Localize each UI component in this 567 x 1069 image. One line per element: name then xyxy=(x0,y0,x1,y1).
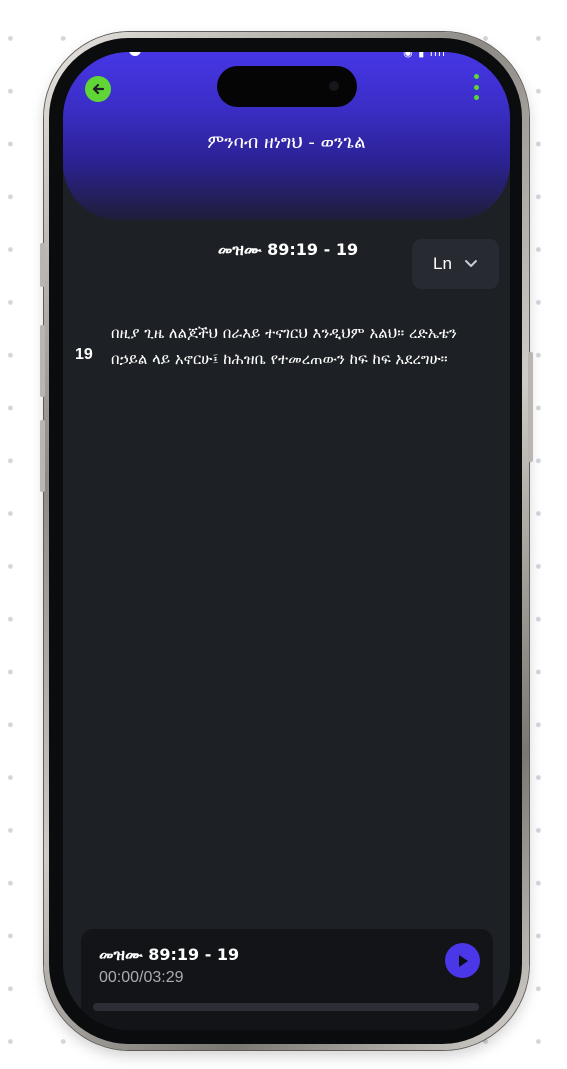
kebab-menu-icon[interactable] xyxy=(470,74,482,100)
player-time: 00:00/03:29 xyxy=(99,969,184,986)
power-button xyxy=(528,352,533,462)
language-select[interactable]: Ln xyxy=(412,239,499,289)
verse-text: በዚያ ጊዜ ለልጆችህ በራእይ ተናገርህ እንዲህም አልህ። ረድኤቴን… xyxy=(111,324,457,368)
chevron-down-icon xyxy=(464,260,477,267)
play-icon xyxy=(458,954,468,967)
arrow-left-icon xyxy=(92,83,105,95)
status-indicator xyxy=(129,52,141,56)
app-screen: ◉ ▮ ıılı ምንባብ ዘነግህ - ወንጌል መዝሙ 89:19 - 19… xyxy=(63,52,510,1030)
language-select-value: Ln xyxy=(433,254,452,273)
audio-player: መዝሙ 89:19 - 19 00:00/03:29 xyxy=(81,929,493,1030)
dynamic-island xyxy=(217,66,357,107)
play-button[interactable] xyxy=(445,943,480,978)
verse-number: 19 xyxy=(75,346,93,363)
volume-up-button xyxy=(40,325,45,397)
camera-lens xyxy=(329,81,339,91)
progress-slider[interactable] xyxy=(93,1003,479,1011)
back-button[interactable] xyxy=(85,76,111,102)
player-title: መዝሙ 89:19 - 19 xyxy=(99,945,240,964)
volume-down-button xyxy=(40,420,45,492)
status-icons: ◉ ▮ ıılı xyxy=(403,52,446,59)
chapter-reference: መዝሙ 89:19 - 19 xyxy=(217,240,359,259)
page-title: ምንባብ ዘነግህ - ወንጌል xyxy=(207,132,366,153)
action-button xyxy=(40,243,45,287)
